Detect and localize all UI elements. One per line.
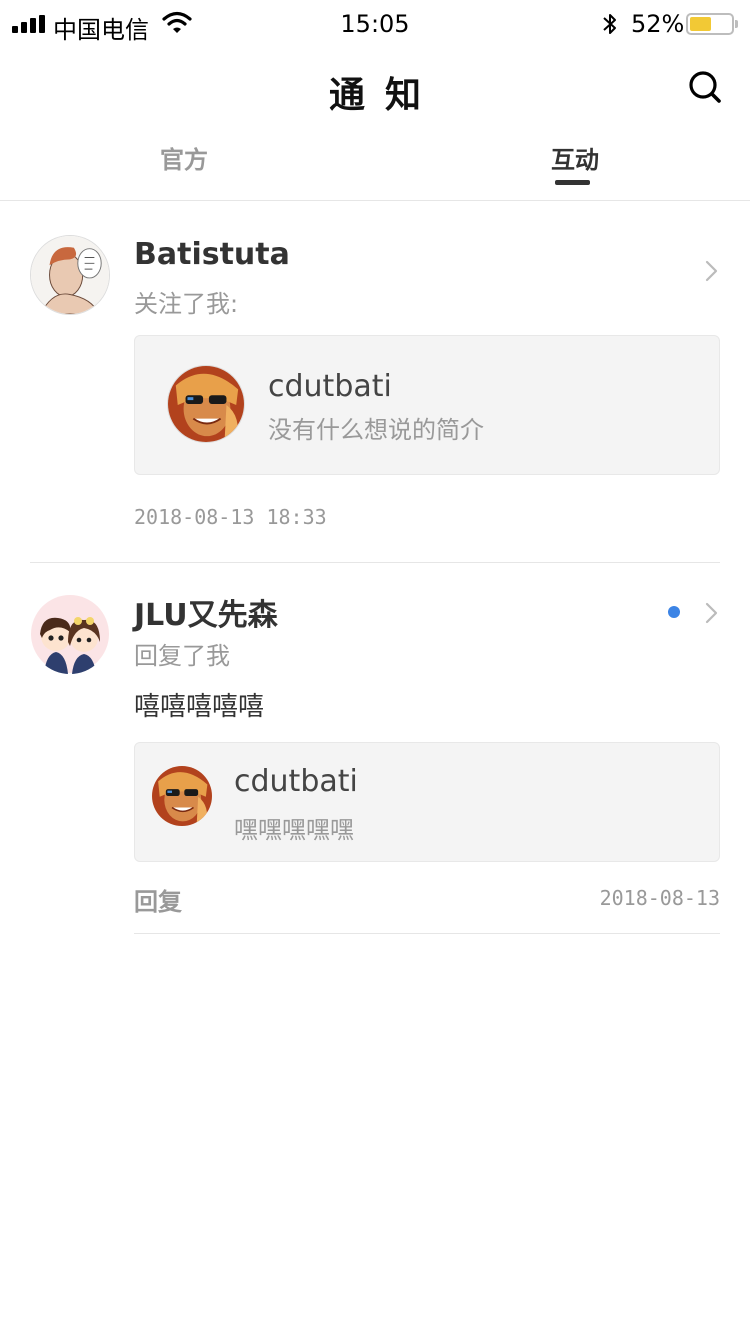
avatar <box>167 365 245 443</box>
avatar <box>152 766 212 826</box>
user-card[interactable]: cdutbati 没有什么想说的简介 <box>134 335 720 475</box>
active-tab-indicator <box>555 180 590 185</box>
notification-username[interactable]: Batistuta <box>134 237 290 272</box>
avatar[interactable] <box>30 594 110 674</box>
tab-official[interactable]: 官方 <box>160 140 208 175</box>
item-divider <box>134 933 720 934</box>
status-bar: 中国电信 15:05 52% <box>0 0 750 48</box>
reply-content: 嘻嘻嘻嘻嘻 <box>134 692 265 722</box>
tabs-divider <box>0 200 750 201</box>
notification-username[interactable]: JLU又先森 <box>134 590 278 634</box>
search-icon[interactable] <box>688 70 724 106</box>
battery-icon <box>686 13 738 35</box>
chevron-right-icon[interactable] <box>704 601 720 625</box>
card-bio: 没有什么想说的简介 <box>268 416 484 444</box>
card-username: cdutbati <box>268 369 392 404</box>
quoted-post-card[interactable]: cdutbati 嘿嘿嘿嘿嘿 <box>134 742 720 862</box>
notification-action: 关注了我: <box>134 290 239 318</box>
bluetooth-icon <box>603 14 616 34</box>
battery-percent: 52% <box>631 10 685 38</box>
page-title: 通知 <box>328 75 441 116</box>
tab-interaction[interactable]: 互动 <box>551 140 599 175</box>
card-post-text: 嘿嘿嘿嘿嘿 <box>234 816 354 844</box>
unread-dot <box>668 606 680 618</box>
notification-action: 回复了我 <box>134 642 230 670</box>
notification-time: 2018-08-13 <box>599 886 720 910</box>
reply-button[interactable]: 回复 <box>134 882 182 917</box>
item-divider <box>30 562 720 563</box>
chevron-right-icon[interactable] <box>704 259 720 283</box>
card-username: cdutbati <box>234 764 358 799</box>
notification-time: 2018-08-13 18:33 <box>134 505 327 529</box>
avatar[interactable] <box>30 235 110 315</box>
